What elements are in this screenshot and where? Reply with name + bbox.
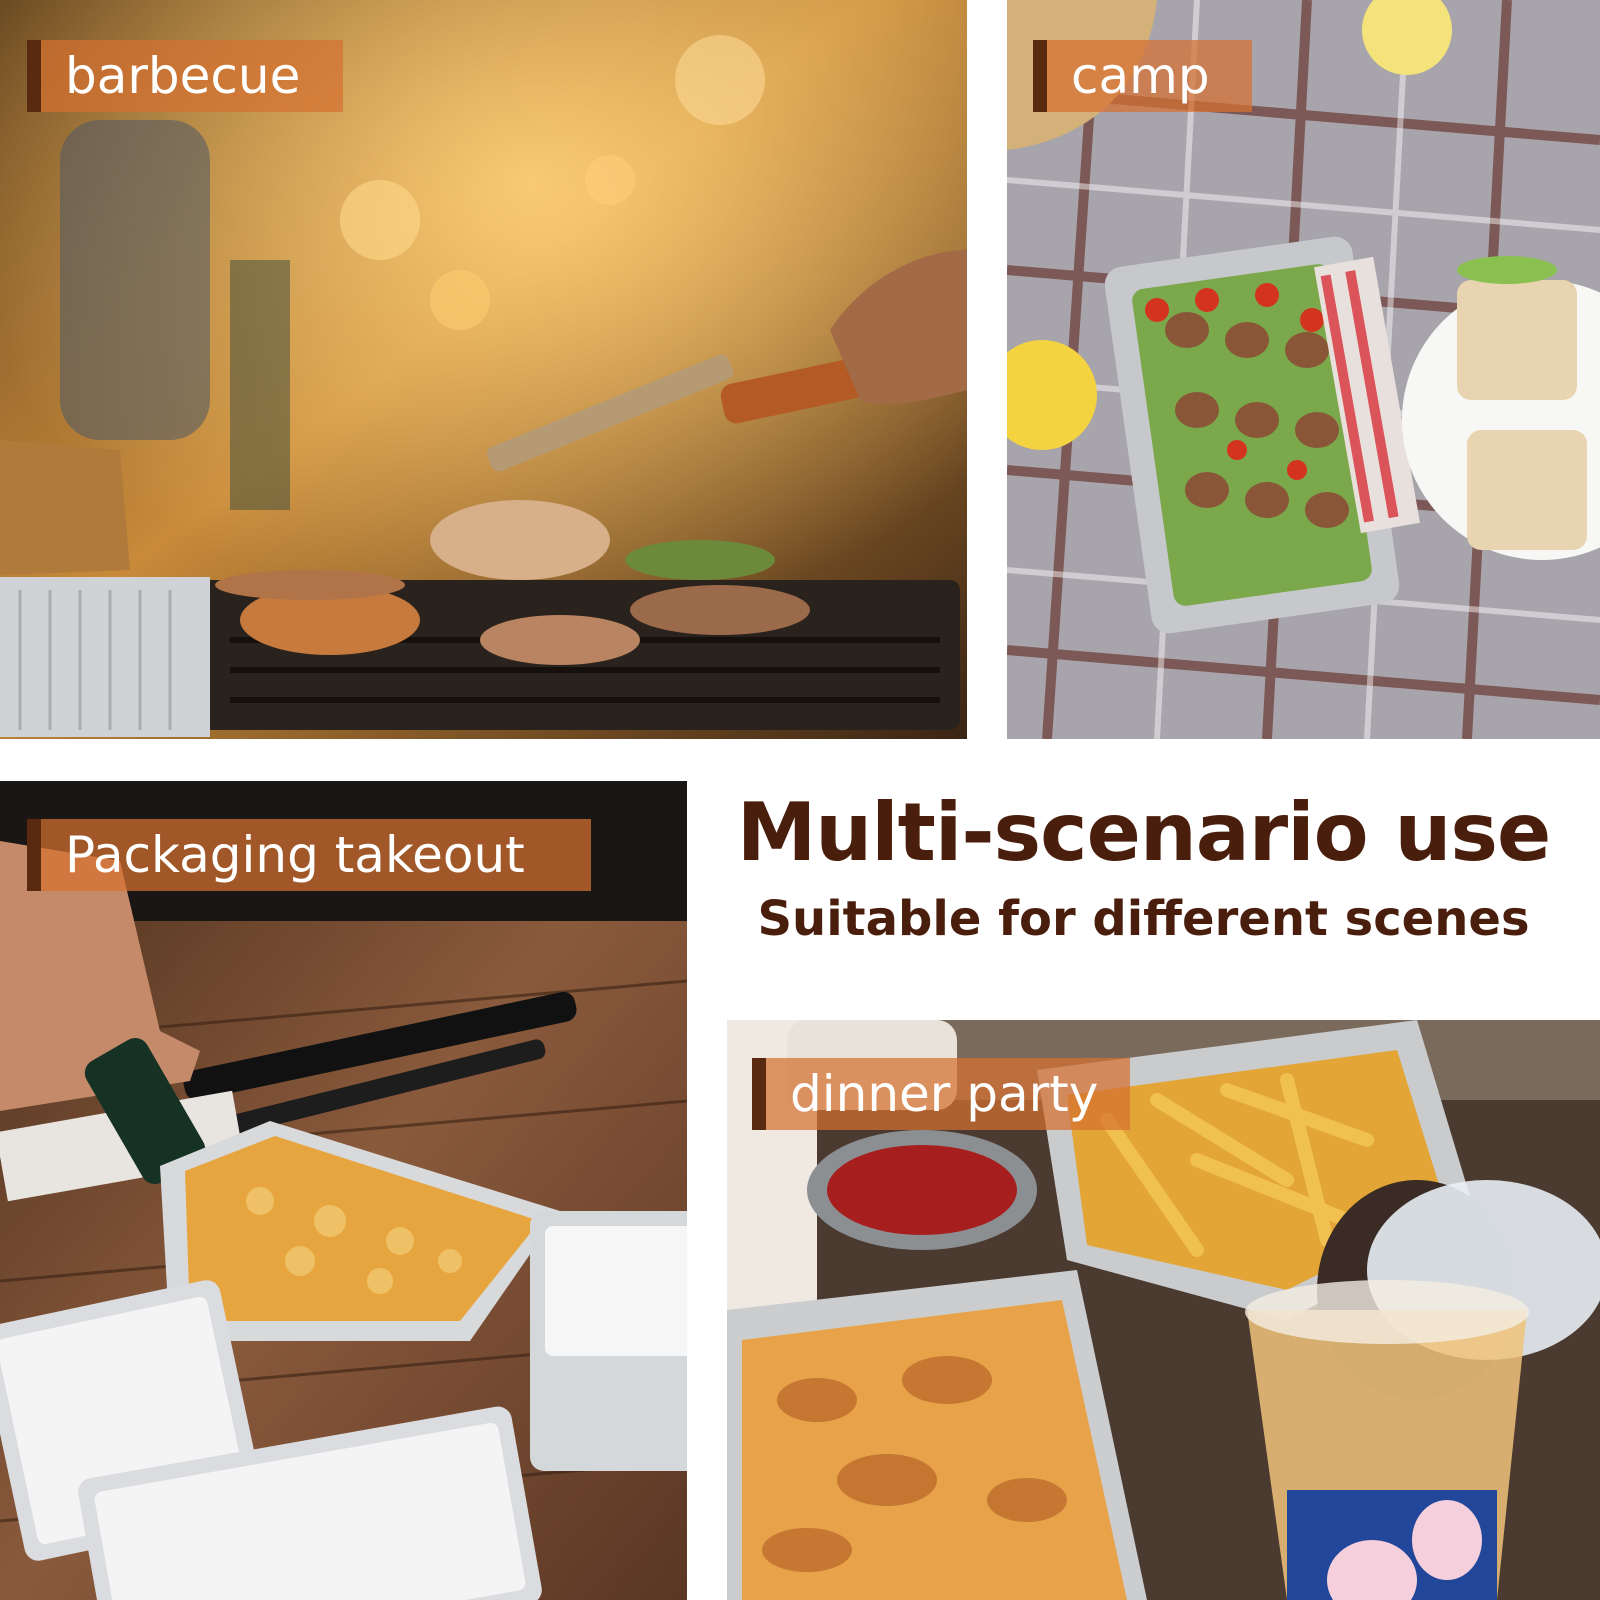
tag-accent-bar: [27, 40, 41, 112]
packaging-takeout-photo: [0, 781, 687, 1600]
camp-tag: camp: [1033, 40, 1252, 112]
packaging-takeout-tag: Packaging takeout: [27, 819, 591, 891]
scenario-collage: barbecue camp Packaging takeout dinner p…: [0, 0, 1600, 1600]
page-subtitle: Suitable for different scenes: [757, 891, 1530, 947]
camp-label: camp: [1071, 47, 1210, 105]
dinner-party-label: dinner party: [790, 1065, 1099, 1123]
tag-accent-bar: [27, 819, 41, 891]
dinner-party-tag: dinner party: [752, 1058, 1130, 1130]
barbecue-label: barbecue: [65, 47, 301, 105]
tag-accent-bar: [1033, 40, 1047, 112]
page-title: Multi-scenario use: [736, 786, 1552, 879]
barbecue-tag: barbecue: [27, 40, 343, 112]
packaging-takeout-label: Packaging takeout: [65, 826, 525, 884]
tag-accent-bar: [752, 1058, 766, 1130]
headline-block: Multi-scenario use Suitable for differen…: [687, 781, 1600, 1020]
takeout-scene-image: [0, 781, 687, 1600]
